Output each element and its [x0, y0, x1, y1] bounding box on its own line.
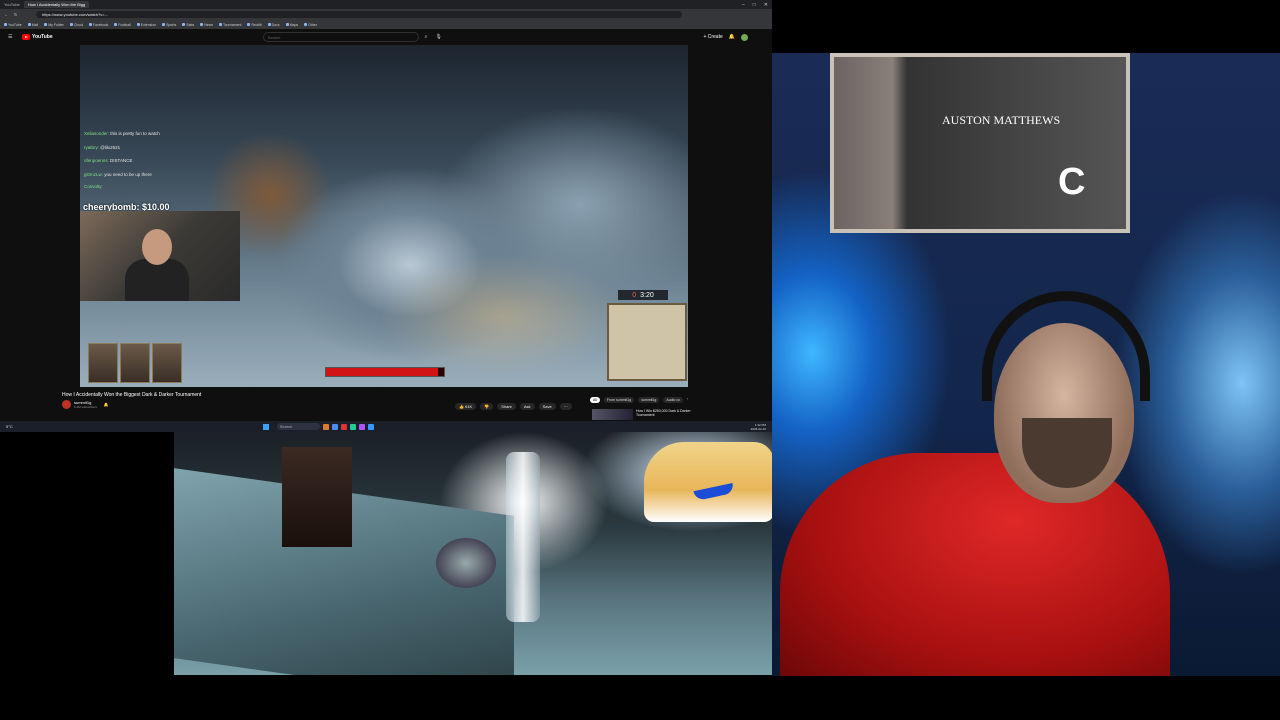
bell-icon[interactable]: 🔔	[104, 402, 109, 407]
bookmark-item[interactable]: Other	[304, 23, 317, 27]
video-title: How I Accidentally Won the Biggest Dark …	[62, 392, 202, 398]
app-icon[interactable]	[340, 423, 347, 430]
game-box	[282, 447, 352, 547]
search-icon[interactable]: ⌕	[425, 34, 428, 40]
desk-camera	[174, 432, 772, 675]
close-icon[interactable]: ✕	[760, 2, 772, 8]
recommended-title: How I Win $250,000 Dark & Darker Tournam…	[636, 409, 691, 417]
chat-message: gOmzLw: you need to be up there	[84, 172, 152, 177]
glass-pipe	[506, 452, 540, 622]
bookmark-item[interactable]: Football	[114, 23, 130, 27]
back-icon[interactable]: ←	[4, 12, 8, 17]
windows-taskbar: 5°C Search 1:32 PM 2025-02-16	[0, 421, 772, 432]
chip-from-channel[interactable]: From summit1g	[603, 397, 635, 403]
share-button[interactable]: Share	[497, 403, 516, 410]
tab-youtube[interactable]: YouTube	[0, 1, 24, 8]
bookmark-item[interactable]: Mail	[28, 23, 38, 27]
framed-poster	[830, 53, 1130, 233]
party-portrait	[120, 343, 150, 383]
bookmark-item[interactable]: Stats	[182, 23, 194, 27]
youtube-header: ☰ YouTube Search ⌕ 🎙 + Create 🔔	[0, 30, 772, 44]
address-bar: ← ↻ https://www.youtube.com/watch?v=...	[0, 9, 772, 20]
maximize-icon[interactable]: □	[749, 2, 760, 8]
browser-window: YouTube How I Accidentally Won the Bigg …	[0, 0, 772, 432]
microphone	[436, 538, 496, 588]
party-portrait	[152, 343, 182, 383]
recommendation-chips: All From summit1g summit1g Audio co ›	[590, 397, 688, 403]
streamer-body	[125, 259, 189, 301]
tab-bar: YouTube How I Accidentally Won the Bigg …	[0, 0, 772, 9]
app-icon[interactable]	[367, 423, 374, 430]
youtube-play-icon	[22, 34, 30, 40]
like-button[interactable]: 👍 61K	[455, 403, 477, 410]
file-explorer-icon[interactable]	[322, 423, 329, 430]
chip-channel[interactable]: summit1g	[638, 397, 660, 403]
browser-icon[interactable]	[331, 423, 338, 430]
chat-message: Convolty:	[84, 184, 103, 189]
menu-icon[interactable]: ☰	[8, 34, 12, 40]
chat-message: ofenpoenns: DISTANCE	[84, 158, 133, 163]
chat-message: Xeliasonder: this is pretty fun to watch	[84, 131, 160, 136]
streamer-facecam	[80, 211, 240, 301]
health-fill	[326, 368, 439, 376]
notifications-icon[interactable]: 🔔	[729, 34, 735, 40]
bookmark-item[interactable]: Docs	[268, 23, 280, 27]
recommended-thumbnail	[592, 409, 633, 420]
account-avatar[interactable]	[741, 33, 748, 41]
recommended-video[interactable]: How I Win $250,000 Dark & Darker Tournam…	[592, 409, 702, 420]
streamer-face	[142, 229, 172, 265]
video-player[interactable]: Xeliasonder: this is pretty fun to watch…	[80, 45, 688, 387]
reload-icon[interactable]: ↻	[14, 12, 17, 17]
poster-text: AUSTON MATTHEWS	[942, 113, 1061, 127]
app-icon[interactable]	[349, 423, 356, 430]
streamer-webcam: AUSTON MATTHEWS C	[772, 53, 1280, 676]
subscriber-count: 6.4M subscribers	[74, 405, 97, 409]
party-portrait	[88, 343, 118, 383]
chip-all[interactable]: All	[590, 397, 600, 403]
save-button[interactable]: Save	[538, 403, 556, 410]
red-hoodie	[780, 453, 1170, 676]
bookmark-item[interactable]: News	[200, 23, 213, 27]
windows-start-icon[interactable]	[262, 423, 269, 430]
taskbar-search-input[interactable]: Search	[276, 423, 320, 430]
chevron-right-icon[interactable]: ›	[687, 397, 688, 403]
ask-button[interactable]: Ask	[519, 403, 535, 410]
minimize-icon[interactable]: –	[738, 2, 749, 8]
video-actions: 👍 61K 👎 Share Ask Save ⋯	[455, 403, 572, 410]
bookmark-item[interactable]: Cloud	[70, 23, 83, 27]
chip-audio[interactable]: Audio co	[663, 397, 683, 403]
bookmark-item[interactable]: Reddit	[247, 23, 261, 27]
weather-widget[interactable]: 5°C	[6, 424, 13, 429]
mic-icon[interactable]: 🎙	[435, 34, 441, 40]
match-timer: 0 3:20	[618, 290, 668, 300]
poster-letter: C	[1058, 161, 1086, 203]
bookmark-item[interactable]: My Folder	[44, 23, 64, 27]
channel-avatar[interactable]	[62, 400, 71, 409]
bookmark-item[interactable]: Sports	[162, 23, 176, 27]
clock[interactable]: 1:32 PM 2025-02-16	[751, 423, 766, 431]
bookmark-item[interactable]: Extension	[137, 23, 156, 27]
url-field[interactable]: https://www.youtube.com/watch?v=...	[36, 11, 682, 18]
tab-video[interactable]: How I Accidentally Won the Bigg	[23, 1, 90, 8]
bookmark-item[interactable]: YouTube	[4, 23, 22, 27]
bookmark-item[interactable]: Facebook	[89, 23, 108, 27]
dislike-button[interactable]: 👎	[480, 403, 494, 410]
dungeon-minimap	[607, 303, 687, 381]
youtube-logo[interactable]: YouTube	[22, 34, 53, 40]
chat-message: ryatbry: @lilx2621	[84, 145, 121, 150]
health-bar	[325, 367, 445, 377]
search-input[interactable]: Search	[262, 32, 419, 42]
headset	[982, 291, 1150, 401]
app-icon[interactable]	[358, 423, 365, 430]
sneaker	[644, 442, 772, 522]
bookmark-item[interactable]: Maps	[286, 23, 299, 27]
channel-row: summit1g 6.4M subscribers 🔔	[62, 400, 109, 409]
bookmark-item[interactable]: Tournament	[219, 23, 241, 27]
create-button[interactable]: + Create	[703, 34, 722, 40]
more-actions-icon[interactable]: ⋯	[559, 403, 572, 410]
bookmarks-bar: YouTube Mail My Folder Cloud Facebook Fo…	[0, 20, 772, 29]
